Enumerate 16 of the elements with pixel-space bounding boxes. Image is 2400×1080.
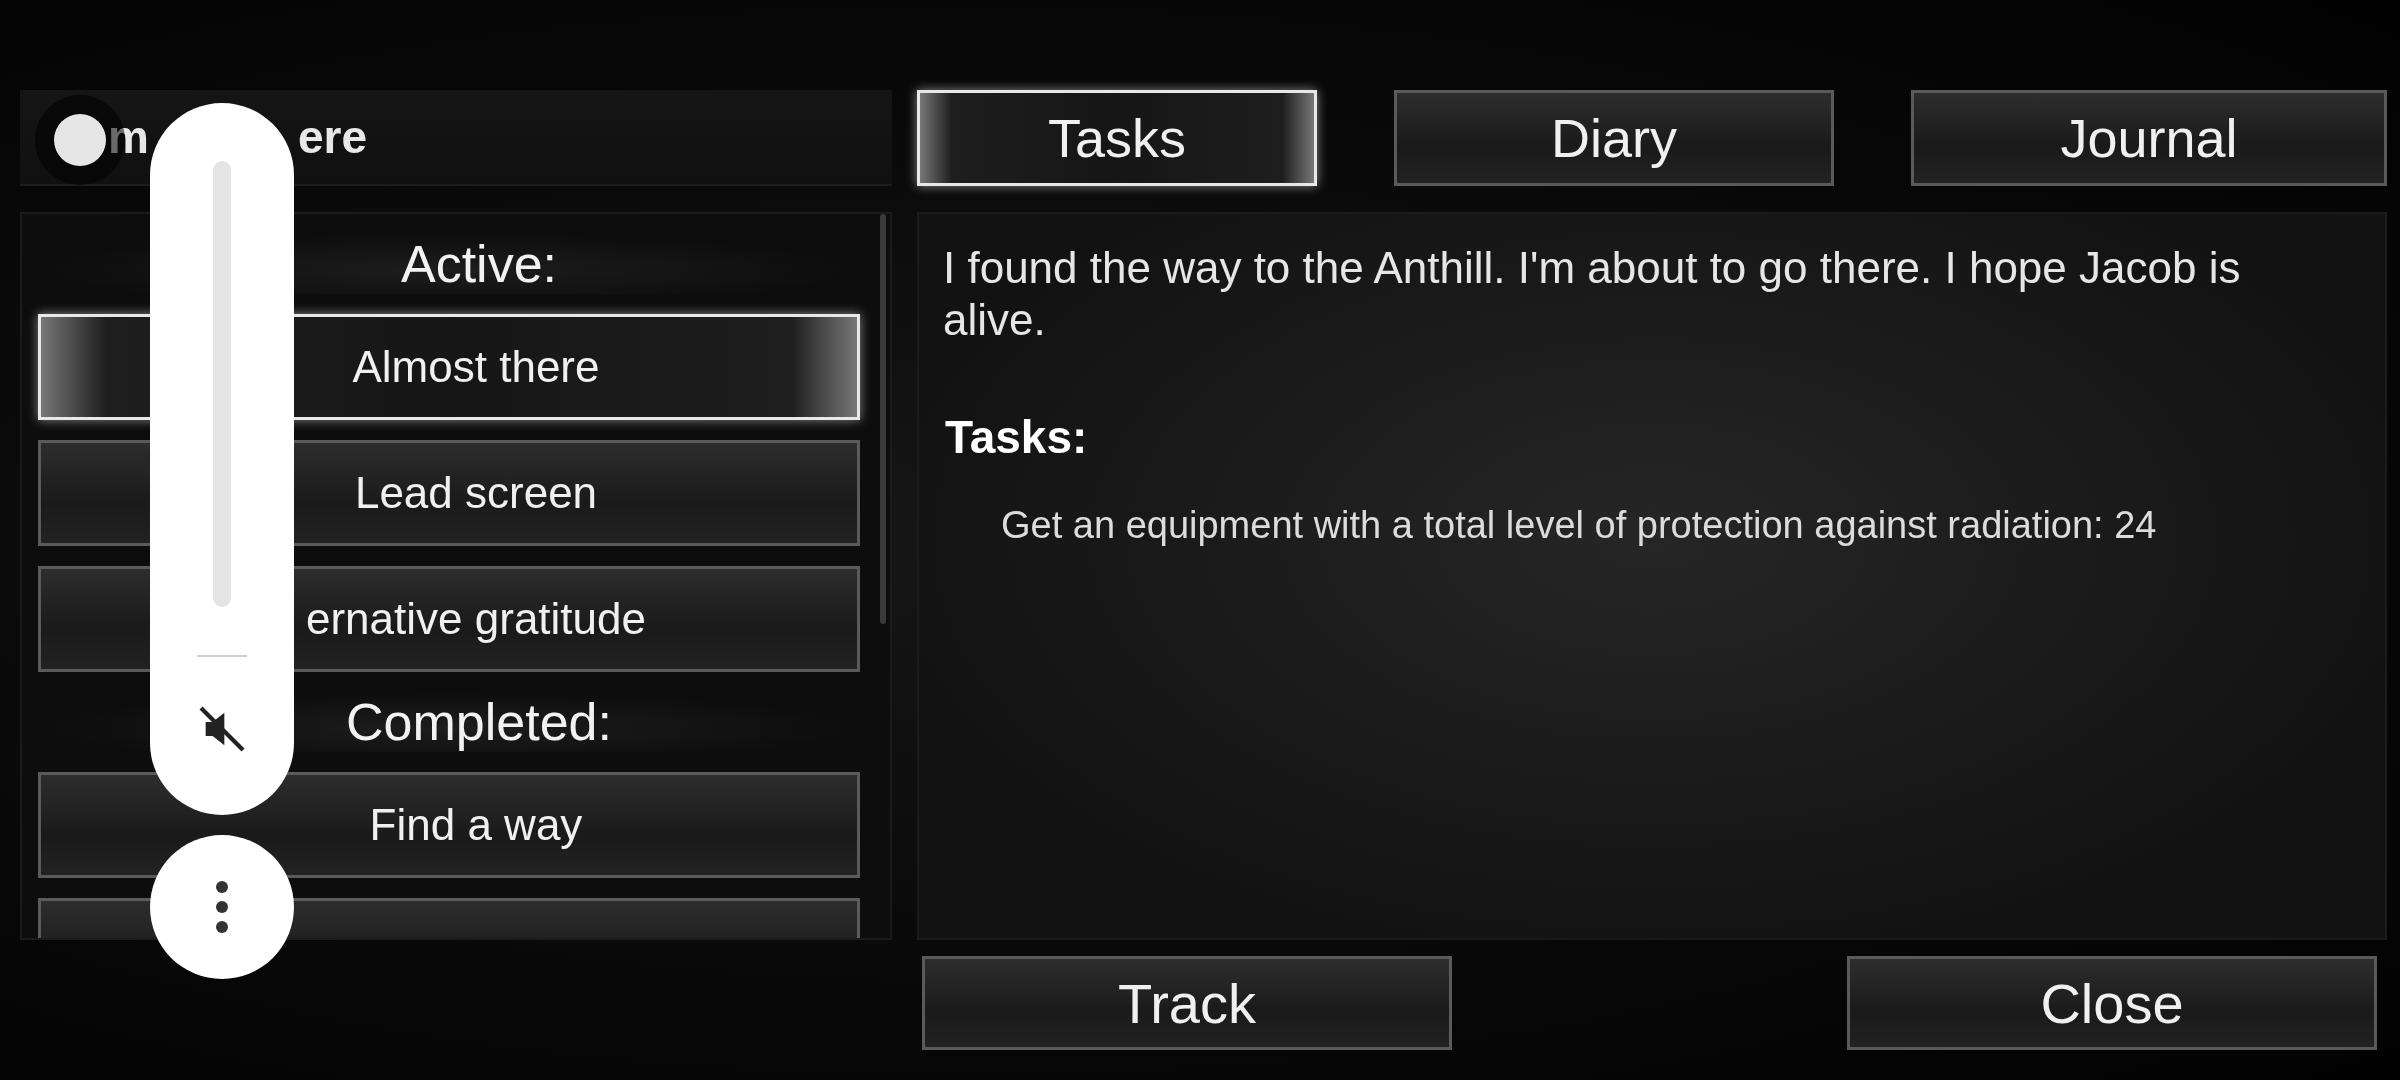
quest-title: ere [297, 110, 367, 164]
more-vertical-icon [214, 879, 230, 935]
section-heading: Active: [400, 234, 558, 294]
scrollbar[interactable] [880, 214, 886, 624]
volume-slider[interactable] [213, 161, 231, 607]
quest-description: I found the way to the Anthill. I'm about to go there. I hope Jacob is alive. [943, 242, 2242, 346]
tasks-heading: Tasks: [945, 410, 1089, 464]
quest-item[interactable]: Find a way [38, 772, 860, 878]
quest-title: m [108, 110, 149, 164]
task-text: Get an equipment with a total level of protection against radiation: 24 [1001, 504, 2158, 547]
section-heading: Completed: [346, 692, 612, 752]
tab[interactable]: Tasks [917, 90, 1317, 186]
close-button[interactable]: Close [1847, 956, 2377, 1050]
track-button[interactable]: Track [922, 956, 1452, 1050]
tab[interactable]: Diary [1394, 90, 1834, 186]
tab[interactable]: Journal [1911, 90, 2387, 186]
